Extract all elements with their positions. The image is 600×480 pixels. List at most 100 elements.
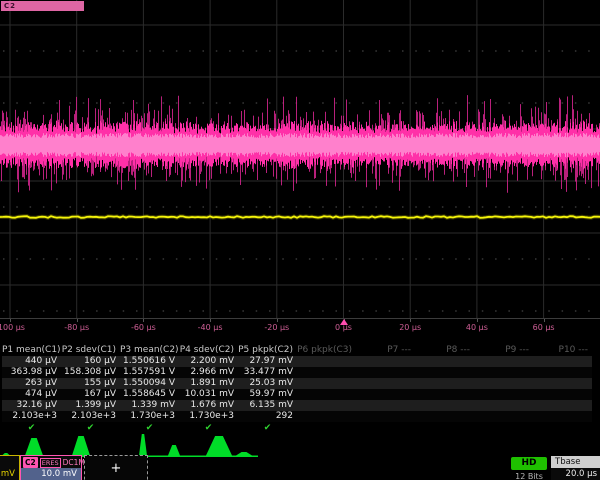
measure-value	[533, 389, 592, 400]
measure-value: 263 µV	[2, 378, 61, 389]
measure-value: 1.339 mV	[120, 400, 179, 411]
axis-tick-label: -80 µs	[64, 323, 89, 332]
measure-value: 1.550616 V	[120, 356, 179, 367]
time-axis: -100 µs-80 µs-60 µs-40 µs-20 µs0 µs20 µs…	[0, 318, 600, 336]
c2-filter-tag: ERES	[40, 458, 61, 468]
histogram-peaks	[0, 434, 258, 457]
measure-value	[415, 356, 474, 367]
timebase-title: Tbase	[551, 456, 600, 468]
c2-scale-value: 10.0 mV	[21, 468, 81, 480]
axis-tick-label: -20 µs	[264, 323, 289, 332]
trigger-position-marker[interactable]	[340, 319, 348, 325]
axis-tick-label: 20 µs	[399, 323, 421, 332]
measure-value	[533, 378, 592, 389]
measure-value: 25.03 mV	[238, 378, 297, 389]
measure-value	[415, 367, 474, 378]
measure-value	[297, 400, 356, 411]
measure-value: 1.558645 V	[120, 389, 179, 400]
measure-header[interactable]: P9 ---	[474, 344, 533, 356]
axis-tick	[77, 319, 78, 322]
timebase-value: 20.0 µs	[551, 468, 600, 480]
axis-tick-label: 60 µs	[533, 323, 555, 332]
axis-tick	[210, 319, 211, 322]
channel-descriptor-c2[interactable]: C2 ERES DC1M 10.0 mV	[20, 455, 82, 480]
measure-value: 2.103e+3	[61, 411, 120, 422]
measure-value: 1.399 µV	[61, 400, 120, 411]
axis-tick	[143, 319, 144, 322]
measure-value	[474, 389, 533, 400]
axis-tick	[10, 319, 11, 322]
measure-header[interactable]: P1 mean(C1)	[2, 344, 61, 356]
measure-value	[415, 378, 474, 389]
measure-header[interactable]: P7 ---	[356, 344, 415, 356]
measurement-table: P1 mean(C1)P2 sdev(C1)P3 mean(C2)P4 sdev…	[2, 344, 598, 434]
measure-value	[474, 367, 533, 378]
measure-value: 158.308 µV	[61, 367, 120, 378]
axis-tick	[477, 319, 478, 322]
measure-value	[297, 389, 356, 400]
measure-value	[415, 411, 474, 422]
measure-value	[297, 378, 356, 389]
oscilloscope-screen: C2 -100 µs-80 µs-60 µs-40 µs-20 µs0 µs20…	[0, 0, 600, 480]
measure-value	[356, 411, 415, 422]
axis-tick	[544, 319, 545, 322]
c2-coupling-label: DC1M	[63, 457, 85, 468]
measure-value: 27.97 mV	[238, 356, 297, 367]
measure-value	[533, 400, 592, 411]
measure-value: 32.16 µV	[2, 400, 61, 411]
axis-tick-label: -60 µs	[131, 323, 156, 332]
measure-value	[474, 378, 533, 389]
measure-value	[533, 411, 592, 422]
c1-scale-value: 10.0 mV	[0, 468, 19, 480]
measure-header[interactable]: P10 ---	[533, 344, 592, 356]
bottom-descriptor-bar: C1 DC1M 10.0 mV C2 ERES DC1M 10.0 mV + H…	[0, 455, 600, 480]
c2-channel-tag: C2	[23, 457, 38, 468]
measure-value	[297, 367, 356, 378]
axis-tick	[410, 319, 411, 322]
trace-label-badge[interactable]: C2	[1, 1, 84, 11]
measure-value: 155 µV	[61, 378, 120, 389]
measure-value: 2.200 mV	[179, 356, 238, 367]
measure-value: 440 µV	[2, 356, 61, 367]
axis-tick-label: -100 µs	[0, 323, 25, 332]
measure-value	[356, 356, 415, 367]
measure-value: 6.135 mV	[238, 400, 297, 411]
channel-descriptor-c1[interactable]: C1 DC1M 10.0 mV	[0, 455, 20, 480]
timebase-descriptor[interactable]: Tbase 20.0 µs	[551, 456, 600, 480]
measure-value: 160 µV	[61, 356, 120, 367]
measure-value	[356, 367, 415, 378]
measure-value	[415, 400, 474, 411]
measure-value: 1.730e+3	[120, 411, 179, 422]
measure-header[interactable]: P6 pkpk(C3)	[297, 344, 356, 356]
axis-tick-label: -40 µs	[198, 323, 223, 332]
waveform-grid[interactable]: C2	[0, 0, 600, 318]
measure-value: 474 µV	[2, 389, 61, 400]
measure-value	[474, 400, 533, 411]
measure-value: 2.103e+3	[2, 411, 61, 422]
measure-value	[474, 356, 533, 367]
measure-value: 2.966 mV	[179, 367, 238, 378]
measure-value: 33.477 mV	[238, 367, 297, 378]
measure-value: 292	[238, 411, 297, 422]
measure-value: 1.550094 V	[120, 378, 179, 389]
measure-value	[356, 400, 415, 411]
measure-header[interactable]: P3 mean(C2)	[120, 344, 179, 356]
measure-value: 10.031 mV	[179, 389, 238, 400]
measure-value	[533, 367, 592, 378]
add-trace-button[interactable]: +	[84, 455, 148, 480]
hd-mode-button[interactable]: HD	[511, 457, 547, 470]
axis-tick-label: 40 µs	[466, 323, 488, 332]
measure-header[interactable]: P5 pkpk(C2)	[238, 344, 297, 356]
measure-header[interactable]: P2 sdev(C1)	[61, 344, 120, 356]
measure-header[interactable]: P4 sdev(C2)	[179, 344, 238, 356]
axis-tick	[277, 319, 278, 322]
measure-value: 1.676 mV	[179, 400, 238, 411]
hd-bits-label: 12 Bits	[506, 472, 552, 480]
measure-value	[533, 356, 592, 367]
measure-value: 167 µV	[61, 389, 120, 400]
measure-value: 1.557591 V	[120, 367, 179, 378]
measure-value: 363.98 µV	[2, 367, 61, 378]
measure-value: 1.730e+3	[179, 411, 238, 422]
measure-value	[415, 389, 474, 400]
measure-header[interactable]: P8 ---	[415, 344, 474, 356]
